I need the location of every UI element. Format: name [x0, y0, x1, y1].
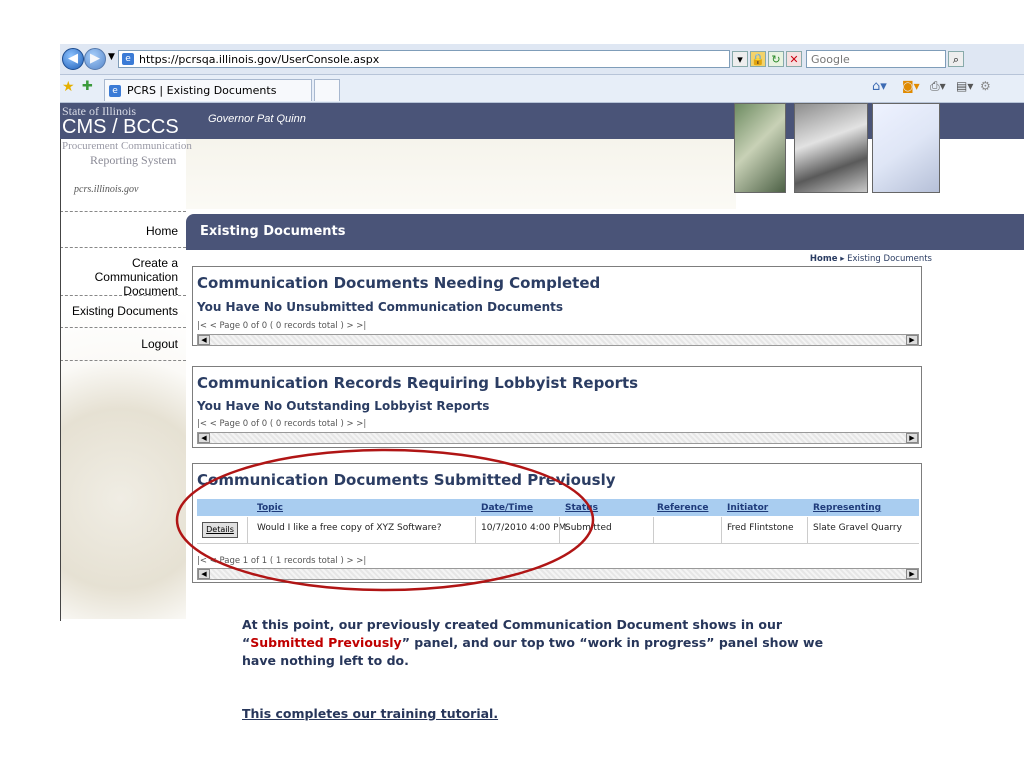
- caption-line: “Submitted Previously” panel, and our to…: [242, 634, 862, 652]
- search-input[interactable]: Google: [806, 50, 946, 68]
- horizontal-scrollbar[interactable]: ◀ ▶: [197, 334, 919, 346]
- ie-tab-icon: e: [109, 85, 121, 97]
- system-name-line1: Procurement Communication: [62, 140, 192, 152]
- url-dropdown-icon[interactable]: ▾: [732, 51, 748, 67]
- breadcrumb: Home ▸ Existing Documents: [780, 254, 932, 264]
- header-band: [186, 139, 736, 209]
- print-icon[interactable]: ⎙▾: [930, 79, 946, 94]
- document-pencil-photo: [872, 103, 940, 193]
- scroll-right-icon[interactable]: ▶: [906, 335, 918, 345]
- tab-current[interactable]: e PCRS | Existing Documents: [104, 79, 312, 101]
- breadcrumb-home[interactable]: Home: [810, 254, 838, 264]
- page-menu-icon[interactable]: ▤▾: [956, 79, 973, 93]
- caption-line: have nothing left to do.: [242, 653, 409, 668]
- money-photo: [734, 103, 786, 193]
- sidebar-item-label: Create a Communication: [94, 256, 178, 284]
- panel-title: Communication Records Requiring Lobbyist…: [197, 374, 639, 392]
- panel-title: Communication Documents Needing Complete…: [197, 274, 601, 292]
- home-icon[interactable]: ⌂▾: [872, 79, 887, 94]
- system-name-line2: Reporting System: [90, 153, 177, 167]
- sidebar-item-home[interactable]: Home: [60, 224, 186, 248]
- caption-highlight: Submitted Previously: [250, 635, 402, 650]
- left-border: [60, 139, 61, 621]
- url-text: https://pcrsqa.illinois.gov/UserConsole.…: [139, 53, 380, 66]
- panel-message: You Have No Unsubmitted Communication Do…: [197, 300, 564, 314]
- cell-divider: [721, 517, 722, 543]
- breadcrumb-current: Existing Documents: [847, 254, 932, 264]
- tools-icon[interactable]: ⚙: [980, 79, 991, 93]
- search-icon[interactable]: ⌕: [948, 51, 964, 67]
- favorites-star-icon[interactable]: ★: [62, 79, 75, 95]
- tutorial-caption: At this point, our previously created Co…: [242, 616, 862, 670]
- ie-page-icon: e: [122, 53, 134, 65]
- caption-text: ” panel, and our top two “work in progre…: [401, 635, 824, 650]
- sidebar-item-create-document[interactable]: Create a Communication Document: [60, 256, 186, 298]
- cell-divider: [807, 517, 808, 543]
- stop-icon[interactable]: ✕: [786, 51, 802, 67]
- scroll-left-icon[interactable]: ◀: [198, 335, 210, 345]
- menu-divider-top: [60, 211, 186, 212]
- agency-logo-text: CMS / BCCS: [62, 116, 179, 138]
- caption-quote: “: [242, 635, 251, 650]
- add-favorite-icon[interactable]: ✚: [82, 79, 93, 94]
- site-domain: pcrs.illinois.gov: [74, 184, 139, 195]
- forward-icon[interactable]: ▶: [84, 48, 106, 70]
- feeds-icon[interactable]: ◙▾: [902, 79, 920, 93]
- back-icon[interactable]: ◀: [62, 48, 84, 70]
- pager[interactable]: |< < Page 0 of 0 ( 0 records total ) > >…: [197, 419, 366, 429]
- phone-photo: [794, 103, 868, 193]
- refresh-icon[interactable]: ↻: [768, 51, 784, 67]
- cell-representing: Slate Gravel Quarry: [813, 523, 902, 533]
- sidebar-item-label: Logout: [141, 337, 178, 351]
- pager[interactable]: |< < Page 0 of 0 ( 0 records total ) > >…: [197, 321, 366, 331]
- governor-label: Governor Pat Quinn: [208, 113, 306, 125]
- panel-message: You Have No Outstanding Lobbyist Reports: [197, 399, 490, 413]
- caption-line: At this point, our previously created Co…: [242, 617, 783, 632]
- column-header-reference[interactable]: Reference: [657, 503, 708, 513]
- panel-lobbyist-reports: Communication Records Requiring Lobbyist…: [192, 366, 922, 448]
- panel-needing-completed: Communication Documents Needing Complete…: [192, 266, 922, 346]
- url-field[interactable]: e https://pcrsqa.illinois.gov/UserConsol…: [118, 50, 730, 68]
- history-dropdown-icon[interactable]: ▼: [108, 52, 115, 62]
- tutorial-footer: This completes our training tutorial.: [242, 706, 499, 721]
- new-tab-button[interactable]: [314, 79, 340, 101]
- highlight-ellipse: [175, 448, 595, 592]
- scroll-right-icon[interactable]: ▶: [906, 569, 918, 579]
- sidebar-item-existing-documents[interactable]: Existing Documents: [60, 304, 186, 328]
- sidebar-item-label: Home: [145, 224, 178, 238]
- column-header-initiator[interactable]: Initiator: [727, 503, 768, 513]
- sidebar-item-label: Existing Documents: [71, 304, 178, 318]
- tab-toolbar: ★ ✚ e PCRS | Existing Documents ⌂▾ ◙▾ ⎙▾…: [60, 75, 1024, 103]
- lock-icon[interactable]: 🔒: [750, 51, 766, 67]
- page-title-bar: Existing Documents: [186, 214, 1024, 250]
- sidebar-item-label: Document: [123, 284, 178, 298]
- sidebar-item-logout[interactable]: Logout: [60, 337, 186, 361]
- cell-initiator: Fred Flintstone: [727, 523, 794, 533]
- column-header-representing[interactable]: Representing: [813, 503, 881, 513]
- scroll-right-icon[interactable]: ▶: [906, 433, 918, 443]
- page-title: Existing Documents: [200, 224, 346, 239]
- cell-divider: [653, 517, 654, 543]
- tab-title: PCRS | Existing Documents: [127, 84, 277, 97]
- address-toolbar: ◀ ▶ ▼ e https://pcrsqa.illinois.gov/User…: [60, 44, 1024, 75]
- highlight-ellipse-shape: [175, 448, 595, 592]
